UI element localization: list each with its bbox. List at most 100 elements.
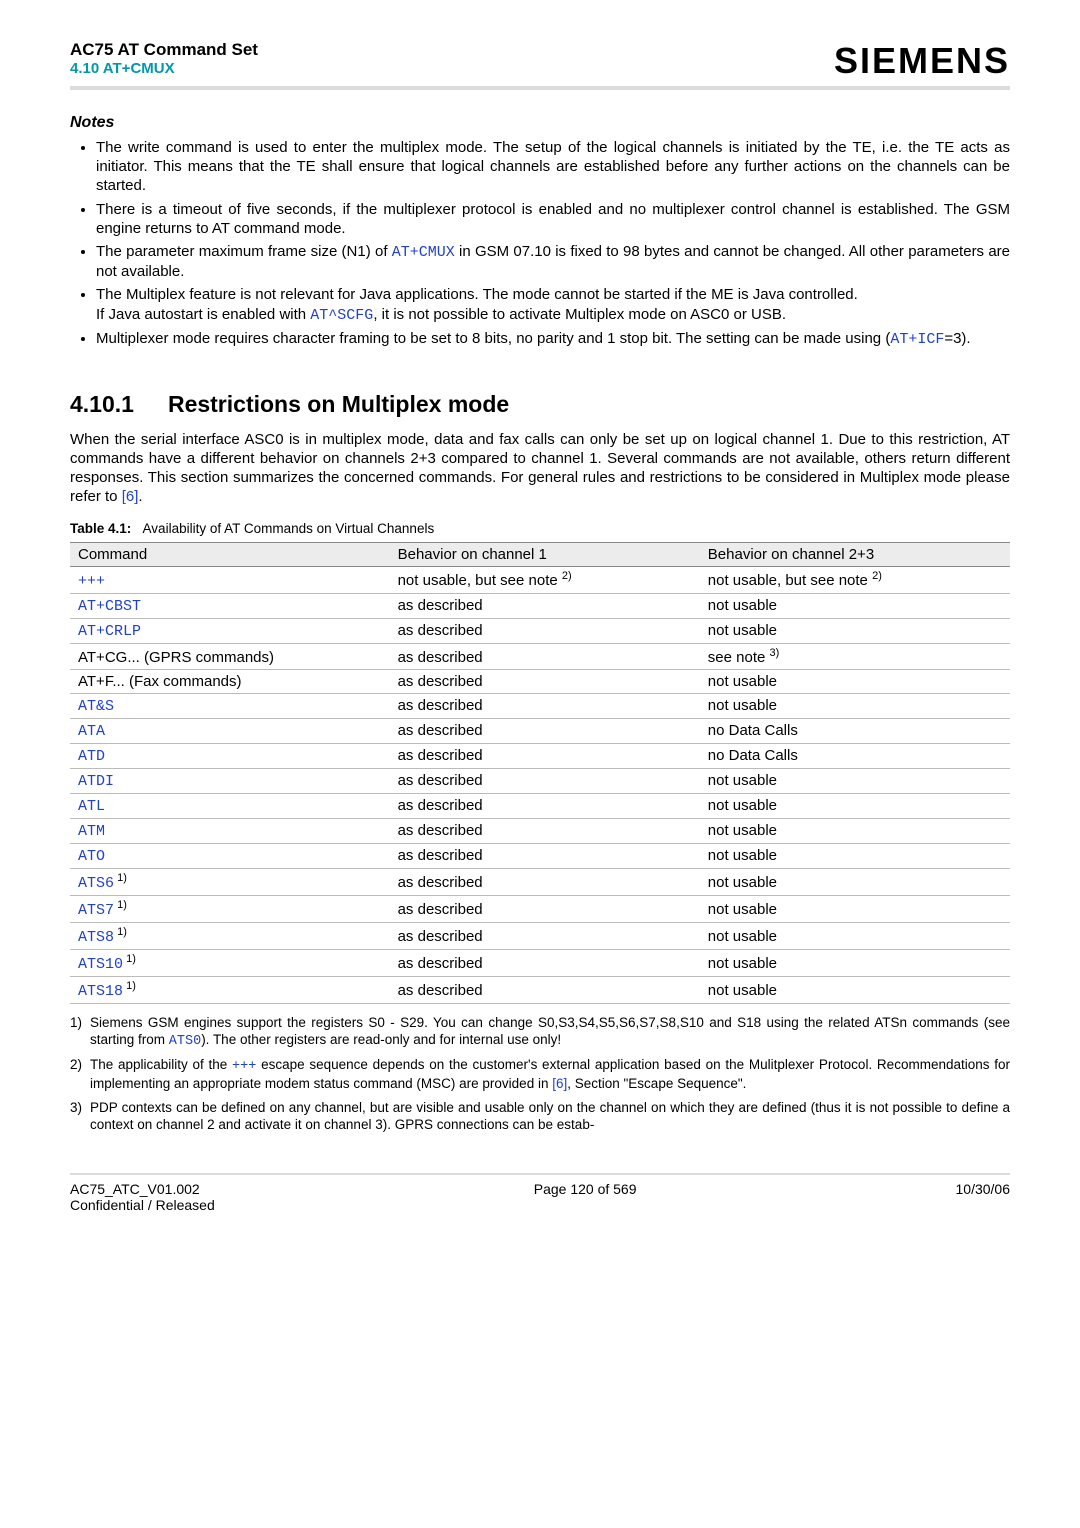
- cell-behavior-ch1: as described: [390, 643, 700, 669]
- at-scfg-link[interactable]: AT^SCFG: [310, 307, 373, 324]
- col-behavior-ch1: Behavior on channel 1: [390, 542, 700, 566]
- cell-behavior-ch1: as described: [390, 768, 700, 793]
- at-command-link[interactable]: ATA: [78, 723, 105, 740]
- at-command-link[interactable]: AT&S: [78, 698, 114, 715]
- table-row: ATMas describednot usable: [70, 818, 1010, 843]
- at-command-link[interactable]: ATM: [78, 823, 105, 840]
- table-row: AT+F... (Fax commands)as describednot us…: [70, 669, 1010, 693]
- siemens-logo: SIEMENS: [834, 40, 1010, 82]
- ref-6-link[interactable]: [6]: [122, 488, 139, 505]
- table-caption-text: Availability of AT Commands on Virtual C…: [143, 521, 435, 536]
- cell-behavior-ch1: as described: [390, 618, 700, 643]
- table-row: ATS18 1) as describednot usable: [70, 976, 1010, 1003]
- cell-behavior-ch1: as described: [390, 922, 700, 949]
- col-behavior-ch23: Behavior on channel 2+3: [700, 542, 1010, 566]
- footnote-ref: 2): [872, 570, 882, 582]
- at-command-link[interactable]: +++: [78, 573, 105, 590]
- cell-behavior-ch23: not usable: [700, 843, 1010, 868]
- plus-plus-plus-link[interactable]: +++: [232, 1059, 256, 1074]
- cell-behavior-ch1: not usable, but see note 2): [390, 566, 700, 593]
- at-command-link[interactable]: ATL: [78, 798, 105, 815]
- cell-behavior-ch23: not usable: [700, 693, 1010, 718]
- at-icf-link[interactable]: AT+ICF: [890, 331, 944, 348]
- doc-title: AC75 AT Command Set: [70, 40, 258, 60]
- at-command-link[interactable]: ATS7: [78, 902, 114, 919]
- col-command: Command: [70, 542, 390, 566]
- ref-6-link[interactable]: [6]: [552, 1076, 567, 1091]
- table-row: AT+CRLP as describednot usable: [70, 618, 1010, 643]
- at-command-link[interactable]: ATD: [78, 748, 105, 765]
- cell-behavior-ch1: as described: [390, 949, 700, 976]
- at-command-link[interactable]: ATS8: [78, 929, 114, 946]
- note-text: If Java autostart is enabled with: [96, 306, 310, 323]
- cell-behavior-ch1: as described: [390, 843, 700, 868]
- footnote-ref: 1): [123, 980, 136, 992]
- footnote-ref: 1): [114, 872, 127, 884]
- table-row: ATS7 1)as describednot usable: [70, 895, 1010, 922]
- table-caption: Table 4.1: Availability of AT Commands o…: [70, 521, 1010, 536]
- footnote-text: The applicability of the: [90, 1057, 232, 1072]
- table-row: AT+CBSTas describednot usable: [70, 593, 1010, 618]
- at-command-link[interactable]: ATO: [78, 848, 105, 865]
- footnote-2: 2) The applicability of the +++ escape s…: [70, 1056, 1010, 1093]
- cell-behavior-ch23: not usable, but see note 2): [700, 566, 1010, 593]
- table-row: +++ not usable, but see note 2)not usable…: [70, 566, 1010, 593]
- cell-behavior-ch23: no Data Calls: [700, 718, 1010, 743]
- cell-behavior-ch23: not usable: [700, 593, 1010, 618]
- table-row: AT+CG... (GPRS commands)as describedsee …: [70, 643, 1010, 669]
- cell-behavior-ch1: as described: [390, 895, 700, 922]
- notes-item: The write command is used to enter the m…: [96, 138, 1010, 196]
- cell-behavior-ch23: not usable: [700, 618, 1010, 643]
- table-row: ATO as describednot usable: [70, 843, 1010, 868]
- at-command-link[interactable]: ATS18: [78, 983, 123, 1000]
- note-text: , it is not possible to activate Multipl…: [373, 306, 786, 323]
- table-row: AT&S as describednot usable: [70, 693, 1010, 718]
- cell-behavior-ch23: not usable: [700, 976, 1010, 1003]
- at-command-text: AT+CG... (GPRS commands): [70, 643, 390, 669]
- footer-rule: [70, 1173, 1010, 1175]
- notes-item: Multiplexer mode requires character fram…: [96, 329, 1010, 349]
- notes-item: The Multiplex feature is not relevant fo…: [96, 285, 1010, 324]
- page-header: AC75 AT Command Set 4.10 AT+CMUX SIEMENS: [70, 40, 1010, 82]
- table-row: ATLas describednot usable: [70, 793, 1010, 818]
- section-title: Restrictions on Multiplex mode: [168, 391, 509, 417]
- at-commands-table: Command Behavior on channel 1 Behavior o…: [70, 542, 1010, 1004]
- at-command-link[interactable]: ATDI: [78, 773, 114, 790]
- footnote-1: 1) Siemens GSM engines support the regis…: [70, 1014, 1010, 1051]
- at-command-link[interactable]: ATS6: [78, 875, 114, 892]
- at-command-link[interactable]: ATS10: [78, 956, 123, 973]
- notes-item: There is a timeout of five seconds, if t…: [96, 200, 1010, 238]
- table-row: ATDI as describednot usable: [70, 768, 1010, 793]
- note-text: =3).: [944, 330, 970, 347]
- footer-date: 10/30/06: [956, 1181, 1011, 1213]
- cell-behavior-ch23: not usable: [700, 949, 1010, 976]
- at-command-link[interactable]: AT+CBST: [78, 598, 141, 615]
- footnotes: 1) Siemens GSM engines support the regis…: [70, 1014, 1010, 1134]
- cell-behavior-ch1: as described: [390, 868, 700, 895]
- cell-behavior-ch23: not usable: [700, 768, 1010, 793]
- table-row: ATS8 1)as describednot usable: [70, 922, 1010, 949]
- cell-behavior-ch23: not usable: [700, 669, 1010, 693]
- cell-behavior-ch1: as described: [390, 976, 700, 1003]
- at-command-text: AT+F... (Fax commands): [70, 669, 390, 693]
- section-heading: 4.10.1Restrictions on Multiplex mode: [70, 391, 1010, 418]
- footer-doc-id: AC75_ATC_V01.002: [70, 1181, 215, 1197]
- cell-behavior-ch23: not usable: [700, 895, 1010, 922]
- cell-behavior-ch23: see note 3): [700, 643, 1010, 669]
- footnote-text: , Section "Escape Sequence".: [567, 1076, 746, 1091]
- header-rule: [70, 86, 1010, 90]
- note-text: The write command is used to enter the m…: [96, 139, 1010, 194]
- footnote-3: 3) PDP contexts can be defined on any ch…: [70, 1099, 1010, 1134]
- at-cmux-link[interactable]: AT+CMUX: [392, 244, 455, 261]
- note-text: The Multiplex feature is not relevant fo…: [96, 286, 858, 303]
- at-command-link[interactable]: AT+CRLP: [78, 623, 141, 640]
- table-row: ATS10 1) as describednot usable: [70, 949, 1010, 976]
- cell-behavior-ch1: as described: [390, 818, 700, 843]
- ats0-link[interactable]: ATS0: [169, 1034, 201, 1049]
- body-text: When the serial interface ASC0 is in mul…: [70, 431, 1010, 506]
- cell-behavior-ch1: as described: [390, 693, 700, 718]
- footnote-text: PDP contexts can be defined on any chann…: [90, 1100, 1010, 1132]
- footnote-ref: 1): [123, 953, 136, 965]
- footnote-ref: 1): [114, 926, 127, 938]
- footnote-ref: 2): [562, 570, 572, 582]
